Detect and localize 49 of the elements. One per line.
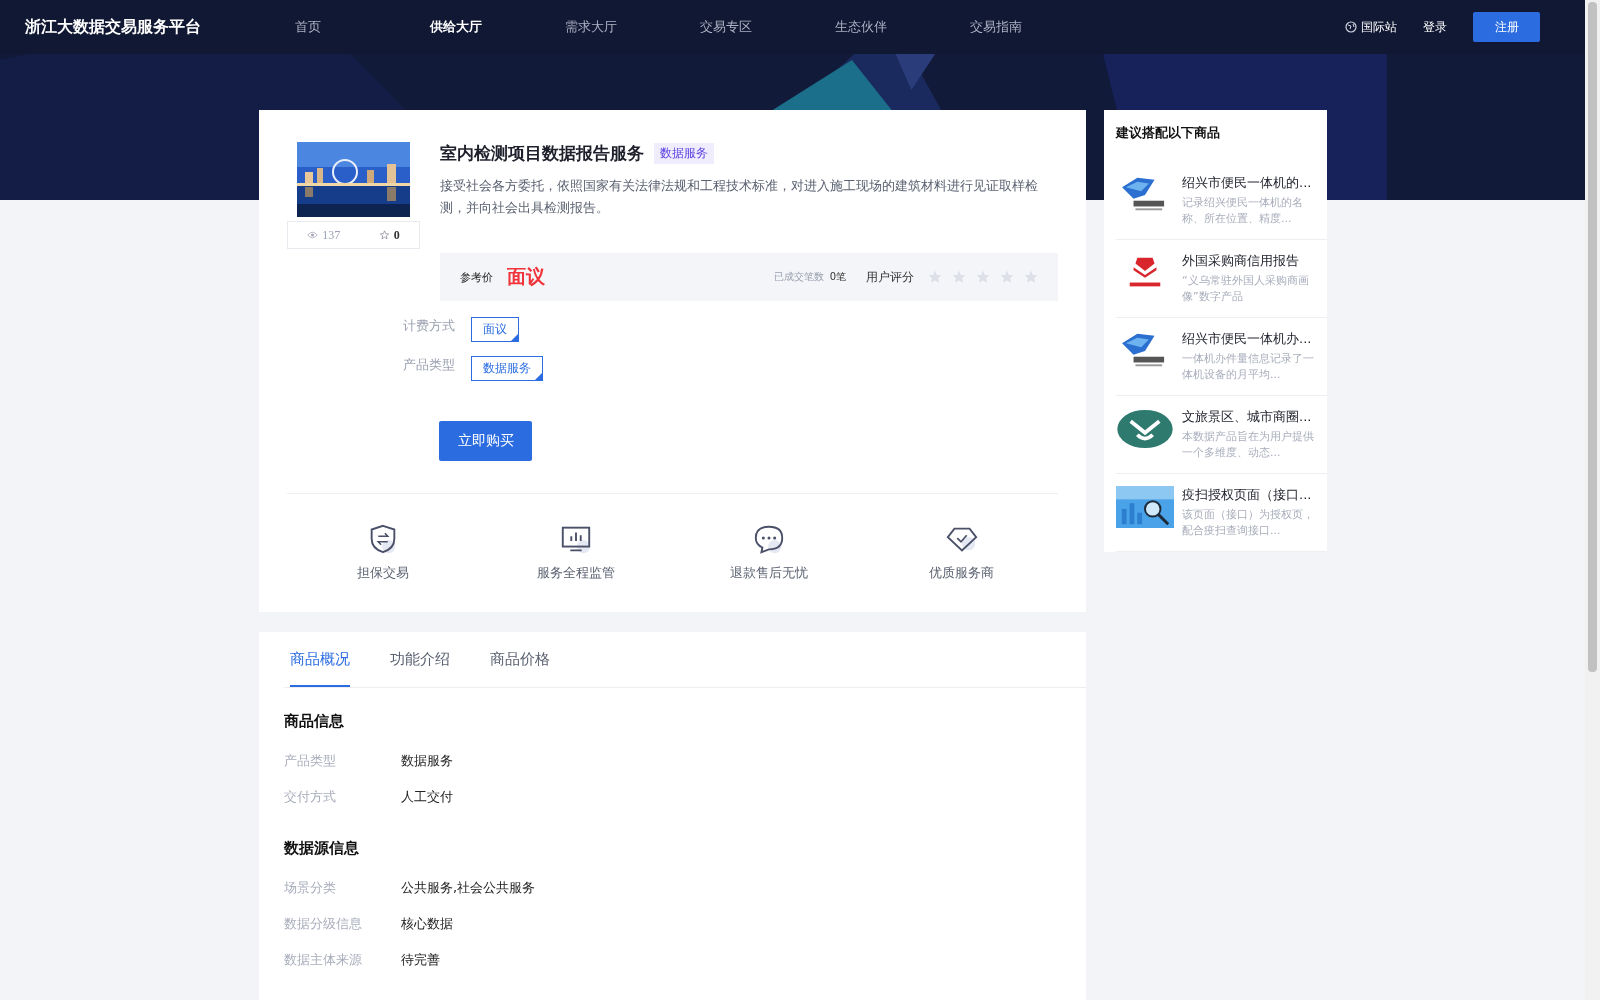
tab[interactable]: 功能介绍 [390, 632, 450, 687]
view-count: 137 [322, 227, 341, 243]
product-summary: 该页面（接口）为授权页，配合疫扫查询接口... [1182, 507, 1315, 539]
star-icon[interactable] [378, 230, 390, 240]
buy-now-button[interactable]: 立即购买 [439, 421, 532, 461]
product-summary: 记录绍兴便民一体机的名称、所在位置、精度... [1182, 195, 1304, 227]
rating-label: 用户评分 [866, 268, 914, 286]
field-value: 核心数据 [401, 915, 453, 933]
recommended-product[interactable]: 外国采购商信用报告 “义乌常驻外国人采购商画像”数字产品 [1116, 240, 1327, 318]
field-label: 产品类型 [284, 752, 337, 770]
field-label: 数据分级信息 [284, 915, 363, 933]
field-value: 公共服务,社会公共服务 [401, 879, 536, 897]
product-name: 绍兴市便民一体机办... [1182, 330, 1313, 347]
tab[interactable]: 商品概况 [290, 632, 350, 687]
eye-icon [307, 230, 319, 240]
field-label: 场景分类 [284, 879, 337, 897]
product-summary: “义乌常驻外国人采购商画像”数字产品 [1182, 273, 1310, 305]
scrollbar-thumb[interactable] [1588, 2, 1597, 672]
field-label: 数据主体来源 [284, 951, 363, 969]
deals-label: 已成交笔数 [773, 270, 824, 284]
section-title: 数据源信息 [284, 839, 360, 858]
price-label: 参考价 [460, 269, 493, 285]
product-summary: 一体机办件量信息记录了一体机设备的月平均... [1182, 351, 1315, 383]
guarantee-label: 退款售后无忧 [729, 564, 808, 582]
field-value: 待完善 [401, 951, 440, 969]
product-name: 外国采购商信用报告 [1182, 252, 1300, 269]
field-value: 数据服务 [401, 752, 453, 770]
option-label: 计费方式 [403, 317, 455, 335]
recommended-product[interactable]: 文旅景区、城市商圈... 本数据产品旨在为用户提供一个多维度、动态... [1116, 396, 1327, 474]
recommended-product[interactable]: 绍兴市便民一体机办... 一体机办件量信息记录了一体机设备的月平均... [1116, 318, 1327, 396]
option-chip[interactable]: 数据服务 [471, 356, 543, 381]
product-name: 文旅景区、城市商圈... [1182, 408, 1313, 425]
product-summary: 本数据产品旨在为用户提供一个多维度、动态... [1182, 429, 1315, 461]
recommended-product[interactable]: 疫扫授权页面（接口... 该页面（接口）为授权页，配合疫扫查询接口... [1116, 474, 1327, 552]
tab[interactable]: 商品价格 [490, 632, 550, 687]
field-label: 交付方式 [284, 788, 337, 806]
guarantee-label: 服务全程监管 [537, 564, 616, 582]
product-name: 疫扫授权页面（接口... [1182, 486, 1313, 503]
section-title: 商品信息 [284, 712, 345, 731]
option-chip[interactable]: 面议 [471, 317, 519, 342]
guarantee-label: 优质服务商 [929, 564, 995, 582]
deals-count: 0笔 [829, 270, 846, 284]
favorite-count: 0 [393, 227, 400, 243]
option-label: 产品类型 [403, 356, 455, 374]
price-value: 面议 [507, 264, 545, 289]
guarantee-label: 担保交易 [357, 564, 410, 582]
scrollbar[interactable] [1585, 0, 1600, 1000]
circle-logo-icon [1116, 408, 1174, 450]
field-value: 人工交付 [401, 788, 453, 806]
